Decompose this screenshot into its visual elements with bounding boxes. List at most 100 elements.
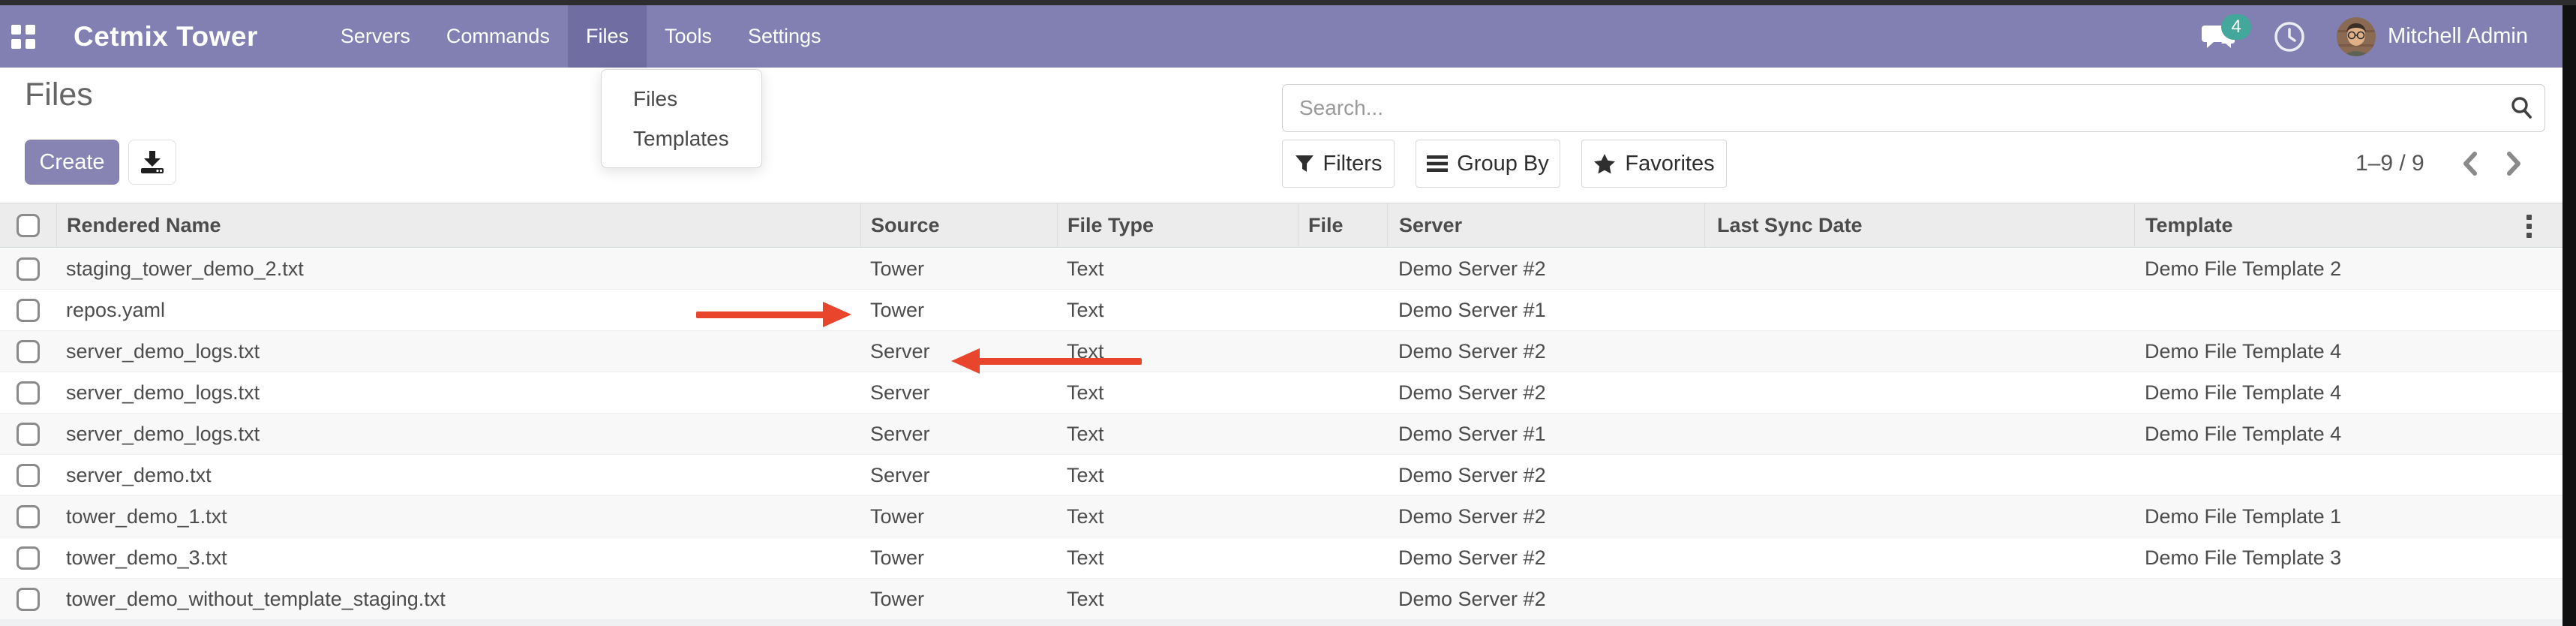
- cell-source: Tower: [860, 537, 1057, 578]
- cell-last-sync-date: [1704, 331, 2134, 372]
- cell-file-type: Text: [1057, 331, 1298, 372]
- pager-previous-button[interactable]: [2447, 141, 2492, 186]
- table-row[interactable]: staging_tower_demo_2.txt Tower Text Demo…: [0, 248, 2562, 290]
- table-row[interactable]: tower_demo_1.txt Tower Text Demo Server …: [0, 496, 2562, 537]
- table-row[interactable]: server_demo_logs.txt Server Text Demo Se…: [0, 414, 2562, 455]
- pager: 1–9 / 9: [2355, 140, 2537, 188]
- cell-last-sync-date: [1704, 579, 2134, 619]
- cell-file-type: Text: [1057, 372, 1298, 413]
- column-header-file[interactable]: File: [1298, 203, 1387, 247]
- cell-template: [2134, 579, 2562, 619]
- group-by-button[interactable]: Group By: [1416, 140, 1560, 188]
- search-input[interactable]: [1283, 96, 2499, 120]
- main-menu: Servers Commands Files Tools Settings: [323, 5, 839, 68]
- row-checkbox[interactable]: [17, 588, 40, 611]
- cell-rendered-name: tower_demo_3.txt: [56, 537, 860, 578]
- cell-file-type: Text: [1057, 290, 1298, 330]
- activities-button[interactable]: [2272, 20, 2307, 54]
- row-checkbox[interactable]: [17, 464, 40, 487]
- brand-title: Cetmix Tower: [74, 21, 258, 53]
- apps-menu-button[interactable]: [0, 5, 47, 68]
- favorites-star-icon: [1593, 153, 1616, 174]
- column-header-last-sync-date[interactable]: Last Sync Date: [1704, 203, 2134, 247]
- optional-columns-button[interactable]: [2517, 214, 2540, 238]
- cell-template: Demo File Template 3: [2134, 537, 2562, 578]
- window-top-edge: [0, 0, 2576, 5]
- row-checkbox[interactable]: [17, 505, 40, 528]
- column-header-file-type[interactable]: File Type: [1057, 203, 1298, 247]
- cell-server: Demo Server #1: [1387, 290, 1704, 330]
- cell-server: Demo Server #2: [1387, 496, 1704, 537]
- download-icon: [139, 149, 166, 175]
- menu-files[interactable]: Files: [568, 5, 647, 68]
- row-checkbox-cell: [0, 579, 56, 619]
- filter-funnel-icon: [1295, 154, 1314, 173]
- create-button[interactable]: Create: [25, 140, 119, 185]
- search-icon[interactable]: [2499, 95, 2544, 122]
- cell-file: [1298, 372, 1387, 413]
- cell-template: Demo File Template 4: [2134, 414, 2562, 454]
- cell-server: Demo Server #2: [1387, 248, 1704, 289]
- menu-commands[interactable]: Commands: [428, 5, 568, 68]
- cell-source: Server: [860, 414, 1057, 454]
- cell-last-sync-date: [1704, 537, 2134, 578]
- messages-button[interactable]: 4: [2202, 14, 2250, 59]
- cell-source: Tower: [860, 290, 1057, 330]
- messages-count-badge: 4: [2221, 14, 2251, 40]
- column-header-rendered-name[interactable]: Rendered Name: [56, 203, 860, 247]
- row-checkbox[interactable]: [17, 257, 40, 281]
- column-header-source[interactable]: Source: [860, 203, 1057, 247]
- clock-icon: [2272, 20, 2307, 54]
- cell-last-sync-date: [1704, 290, 2134, 330]
- select-all-cell: [0, 203, 56, 247]
- user-menu[interactable]: Mitchell Admin: [2337, 17, 2528, 56]
- filters-button[interactable]: Filters: [1282, 140, 1395, 188]
- cell-server: Demo Server #2: [1387, 372, 1704, 413]
- cell-last-sync-date: [1704, 496, 2134, 537]
- cell-template: [2134, 455, 2562, 495]
- cell-server: Demo Server #1: [1387, 414, 1704, 454]
- row-checkbox-cell: [0, 537, 56, 578]
- cell-file: [1298, 579, 1387, 619]
- cell-last-sync-date: [1704, 455, 2134, 495]
- cell-last-sync-date: [1704, 414, 2134, 454]
- table-row[interactable]: server_demo_logs.txt Server Text Demo Se…: [0, 372, 2562, 414]
- row-checkbox-cell: [0, 455, 56, 495]
- table-bottom-edge: [0, 619, 2562, 626]
- table-row[interactable]: repos.yaml Tower Text Demo Server #1: [0, 290, 2562, 331]
- menu-servers[interactable]: Servers: [323, 5, 428, 68]
- select-all-checkbox[interactable]: [17, 214, 40, 237]
- table-row[interactable]: tower_demo_without_template_staging.txt …: [0, 579, 2562, 620]
- pager-range: 1–9 / 9: [2355, 151, 2424, 176]
- table-row[interactable]: tower_demo_3.txt Tower Text Demo Server …: [0, 537, 2562, 579]
- pager-next-button[interactable]: [2492, 141, 2537, 186]
- row-checkbox[interactable]: [17, 423, 40, 446]
- cell-rendered-name: tower_demo_1.txt: [56, 496, 860, 537]
- window-right-edge: [2562, 0, 2576, 626]
- export-button[interactable]: [128, 140, 176, 185]
- cell-file-type: Text: [1057, 579, 1298, 619]
- row-checkbox[interactable]: [17, 546, 40, 570]
- group-by-bars-icon: [1427, 155, 1448, 173]
- menu-settings[interactable]: Settings: [730, 5, 839, 68]
- row-checkbox[interactable]: [17, 299, 40, 322]
- cell-rendered-name: server_demo.txt: [56, 455, 860, 495]
- row-checkbox[interactable]: [17, 340, 40, 363]
- chevron-left-icon: [2460, 151, 2478, 176]
- menu-tools[interactable]: Tools: [647, 5, 730, 68]
- row-checkbox-cell: [0, 414, 56, 454]
- page-title: Files: [25, 77, 93, 113]
- dropdown-item-templates[interactable]: Templates: [602, 119, 761, 158]
- row-checkbox[interactable]: [17, 381, 40, 405]
- favorites-button[interactable]: Favorites: [1581, 140, 1727, 188]
- cell-last-sync-date: [1704, 248, 2134, 289]
- cell-rendered-name: server_demo_logs.txt: [56, 331, 860, 372]
- table-row[interactable]: server_demo.txt Server Text Demo Server …: [0, 455, 2562, 496]
- cell-file-type: Text: [1057, 537, 1298, 578]
- cell-file: [1298, 248, 1387, 289]
- table-row[interactable]: server_demo_logs.txt Server Text Demo Se…: [0, 331, 2562, 372]
- column-header-server[interactable]: Server: [1387, 203, 1704, 247]
- cell-rendered-name: tower_demo_without_template_staging.txt: [56, 579, 860, 619]
- dropdown-item-files[interactable]: Files: [602, 79, 761, 119]
- column-header-template[interactable]: Template: [2134, 203, 2562, 247]
